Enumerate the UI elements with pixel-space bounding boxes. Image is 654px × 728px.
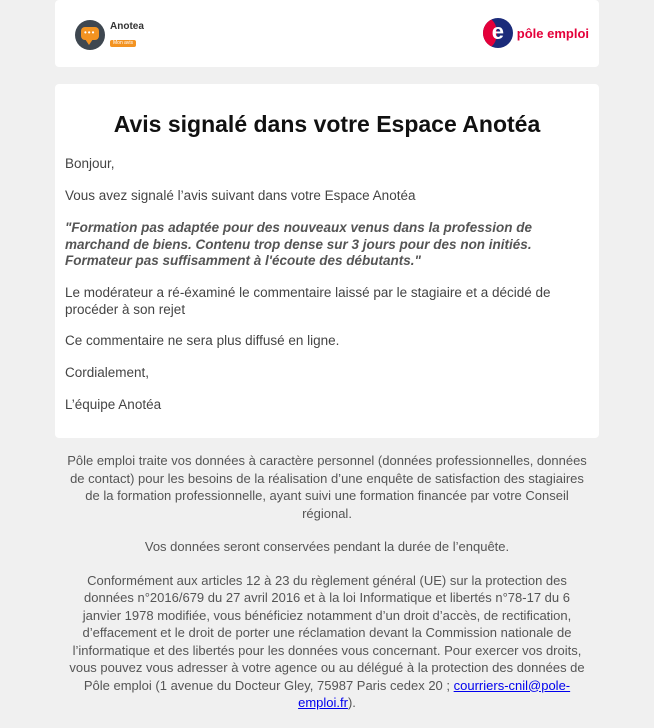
footer-rights-end: ). bbox=[347, 695, 356, 710]
anotea-logo: ••• Anotea Mon avis bbox=[75, 20, 144, 50]
email-footer: Pôle emploi traite vos données à caractè… bbox=[66, 452, 588, 728]
intro-text: Vous avez signalé l’avis suivant dans vo… bbox=[65, 188, 416, 203]
moderation-text: Le modérateur a ré-éxaminé le commentair… bbox=[65, 285, 551, 317]
reported-review-quote: "Formation pas adaptée pour des nouveaux… bbox=[65, 220, 533, 268]
footer-paragraph-retention: Vos données seront conservées pendant la… bbox=[144, 539, 510, 554]
pole-emploi-brand: pôle emploi bbox=[516, 25, 589, 41]
speech-bubble-icon: ••• bbox=[75, 20, 105, 50]
greeting: Bonjour, bbox=[65, 156, 115, 171]
notice-text: Ce commentaire ne sera plus diffusé en l… bbox=[65, 333, 340, 348]
email-title: Avis signalé dans votre Espace Anotéa bbox=[113, 111, 541, 137]
email-body: Avis signalé dans votre Espace Anotéa Bo… bbox=[55, 84, 599, 438]
email-header: ••• Anotea Mon avis e pôle emploi bbox=[55, 0, 599, 67]
closing-text: Cordialement, bbox=[65, 365, 150, 380]
anotea-logo-tagline: Mon avis bbox=[110, 40, 137, 47]
footer-rights-text: Conformément aux articles 12 à 23 du règ… bbox=[69, 572, 585, 693]
signature: L’équipe Anotéa bbox=[65, 397, 162, 412]
footer-paragraph-data-processing: Pôle emploi traite vos données à caractè… bbox=[67, 453, 587, 521]
pole-emploi-logo: e pôle emploi bbox=[482, 18, 589, 48]
footer-paragraph-rights: Conformément aux articles 12 à 23 du règ… bbox=[66, 572, 588, 712]
pole-emploi-emblem-icon: e bbox=[482, 18, 513, 48]
email-view: ••• Anotea Mon avis e pôle emploi Avis s… bbox=[0, 0, 654, 727]
anotea-logo-name: Anotea bbox=[110, 21, 144, 32]
